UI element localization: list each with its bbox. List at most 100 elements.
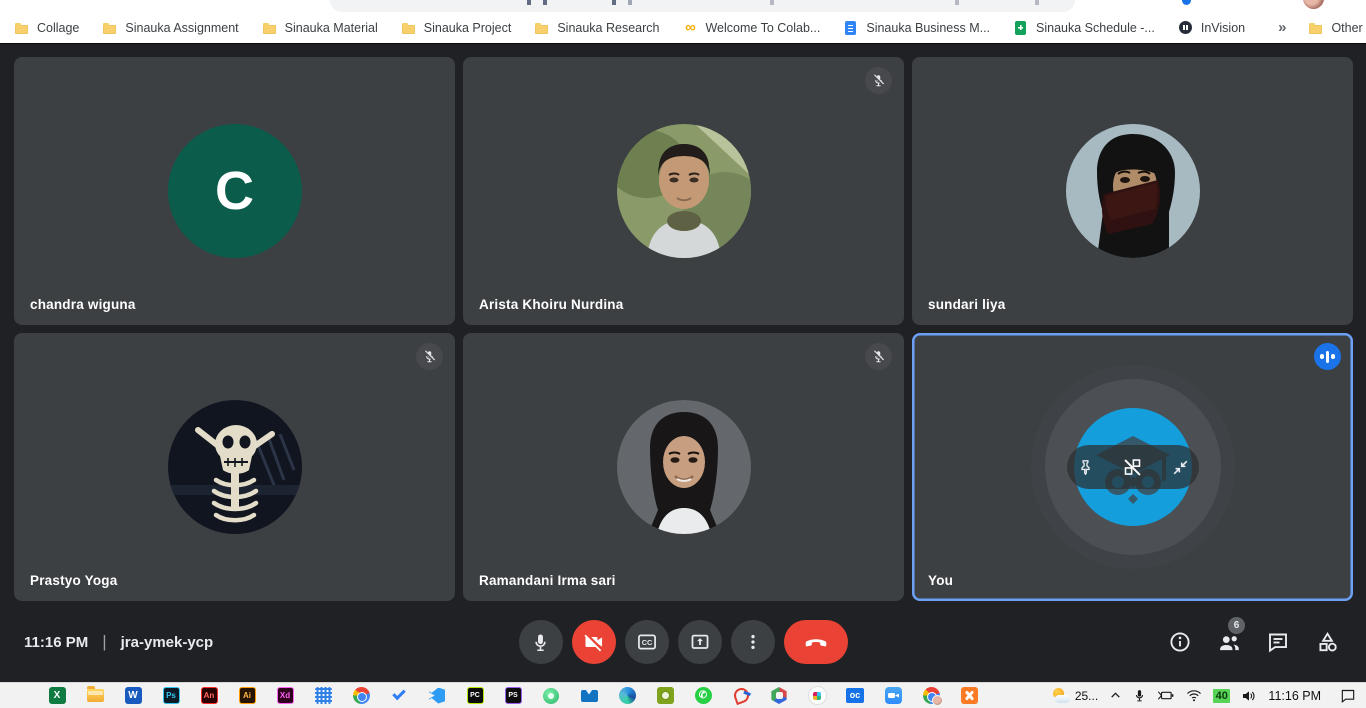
sheets-icon <box>1013 20 1029 36</box>
taskbar-animate[interactable]: An <box>190 683 228 708</box>
bookmark-label: Sinauka Material <box>285 21 378 35</box>
taskbar-mail[interactable] <box>570 683 608 708</box>
bookmark-sinauka-research[interactable]: Sinauka Research <box>534 20 659 36</box>
browser-avatar[interactable] <box>1303 0 1324 9</box>
tray-microphone-icon[interactable] <box>1133 688 1146 703</box>
taskbar-calendar-app[interactable] <box>304 683 342 708</box>
file-explorer-icon <box>87 689 104 702</box>
taskbar-start-button[interactable] <box>0 683 38 708</box>
taskbar-zoom-app[interactable] <box>874 683 912 708</box>
taskbar-file-explorer[interactable] <box>76 683 114 708</box>
taskbar-oc-app[interactable]: oc <box>836 683 874 708</box>
muted-mic-indicator <box>416 343 443 370</box>
taskbar-word[interactable]: W <box>114 683 152 708</box>
bookmark-collage[interactable]: Collage <box>14 20 79 36</box>
other-bookmarks-button[interactable]: Other bookmarks <box>1308 20 1366 36</box>
avatar: C <box>168 124 302 258</box>
bookmark-label: Welcome To Colab... <box>705 21 820 35</box>
bookmark-label: Sinauka Business M... <box>866 21 990 35</box>
minimize-button[interactable] <box>1171 458 1190 477</box>
camera-off-button[interactable] <box>572 620 616 664</box>
meet-side-controls: 6 <box>1167 629 1340 655</box>
omnibox-tick <box>955 0 959 5</box>
taskbar-slack[interactable] <box>798 683 836 708</box>
participant-tile[interactable]: sundari liya <box>912 57 1353 325</box>
taskbar-vscode[interactable] <box>418 683 456 708</box>
taskbar-whatsapp[interactable]: ✆ <box>684 683 722 708</box>
remove-from-grid-button[interactable] <box>1122 457 1143 478</box>
weather-temp: 25... <box>1075 689 1098 703</box>
bookmark-sinauka-schedule-[interactable]: Sinauka Schedule -... <box>1013 20 1155 36</box>
battery-percent-badge[interactable]: 40 <box>1213 689 1230 703</box>
bookmark-sinauka-project[interactable]: Sinauka Project <box>401 20 512 36</box>
pycharm-icon: PC <box>467 687 484 704</box>
tile-hover-controls <box>1067 445 1199 489</box>
oc-app-icon: oc <box>846 688 864 703</box>
taskbar-media-app[interactable] <box>722 683 760 708</box>
participant-count-badge: 6 <box>1228 617 1245 634</box>
taskbar-clock[interactable]: 11:16 PM <box>1268 689 1321 703</box>
xampp-icon <box>961 687 978 704</box>
extension-icon[interactable] <box>1182 0 1191 5</box>
microphone-button[interactable] <box>519 620 563 664</box>
bookmark-welcome-to-colab-[interactable]: ∞Welcome To Colab... <box>682 20 820 36</box>
taskbar-illustrator[interactable]: Ai <box>228 683 266 708</box>
taskbar-adobe-xd[interactable]: Xd <box>266 683 304 708</box>
weather-widget[interactable]: 25... <box>1051 688 1098 704</box>
taskbar-edge[interactable] <box>608 683 646 708</box>
participant-tile[interactable]: Prastyo Yoga <box>14 333 455 601</box>
omnibox-tick <box>527 0 531 5</box>
action-center-icon[interactable] <box>1340 688 1356 703</box>
taskbar-chrome-profile[interactable] <box>912 683 950 708</box>
meeting-details-button[interactable] <box>1167 629 1193 655</box>
android-emulator-icon <box>543 688 559 704</box>
taskbar-phpstorm[interactable]: PS <box>494 683 532 708</box>
pin-button[interactable] <box>1076 458 1095 477</box>
invision-icon <box>1178 20 1194 36</box>
participant-tile[interactable]: Arista Khoiru Nurdina <box>463 57 904 325</box>
bookmarks-overflow-chevron[interactable]: » <box>1268 19 1296 36</box>
participant-tile[interactable]: Ramandani Irma sari <box>463 333 904 601</box>
bookmark-sinauka-assignment[interactable]: Sinauka Assignment <box>102 20 238 36</box>
bookmark-label: Sinauka Research <box>557 21 659 35</box>
taskbar-android-emulator[interactable] <box>532 683 570 708</box>
chrome-profile-icon <box>923 687 940 704</box>
bookmark-label: Sinauka Schedule -... <box>1036 21 1155 35</box>
present-button[interactable] <box>678 620 722 664</box>
taskbar-pycharm[interactable]: PC <box>456 683 494 708</box>
avatar <box>1066 124 1200 258</box>
folder-icon <box>262 20 278 36</box>
taskbar-screen-recorder[interactable] <box>646 683 684 708</box>
leave-call-button[interactable] <box>784 620 848 664</box>
tray-power-icon[interactable] <box>1157 689 1175 702</box>
participant-tile-you[interactable]: You <box>912 333 1353 601</box>
taskbar-hexagon-app[interactable] <box>760 683 798 708</box>
taskbar-photoshop[interactable]: Ps <box>152 683 190 708</box>
more-options-button[interactable] <box>731 620 775 664</box>
participant-tile[interactable]: C chandra wiguna <box>14 57 455 325</box>
taskbar-excel[interactable]: X <box>38 683 76 708</box>
omnibox[interactable] <box>330 0 1075 12</box>
volume-icon[interactable] <box>1241 689 1257 703</box>
screen: Collage Sinauka Assignment Sinauka Materia… <box>0 0 1366 708</box>
captions-button[interactable]: CC <box>625 620 669 664</box>
docs-icon <box>843 20 859 36</box>
weather-icon <box>1051 688 1071 704</box>
bookmark-sinauka-material[interactable]: Sinauka Material <box>262 20 378 36</box>
taskbar-todo-check[interactable] <box>380 683 418 708</box>
activities-button[interactable] <box>1314 629 1340 655</box>
mail-icon <box>581 690 598 702</box>
taskbar-xampp[interactable] <box>950 683 988 708</box>
bookmark-label: InVision <box>1201 21 1245 35</box>
bookmark-invision[interactable]: InVision <box>1178 20 1245 36</box>
edge-icon <box>619 687 636 704</box>
bookmark-sinauka-business-m-[interactable]: Sinauka Business M... <box>843 20 990 36</box>
illustrator-icon: Ai <box>239 687 256 704</box>
show-everyone-button[interactable]: 6 <box>1216 629 1242 655</box>
chat-button[interactable] <box>1265 629 1291 655</box>
hidden-icons-chevron[interactable] <box>1109 689 1122 702</box>
participant-name: sundari liya <box>928 297 1005 312</box>
taskbar-chrome[interactable] <box>342 683 380 708</box>
hexagon-app-icon <box>771 687 788 704</box>
wifi-icon[interactable] <box>1186 689 1202 702</box>
